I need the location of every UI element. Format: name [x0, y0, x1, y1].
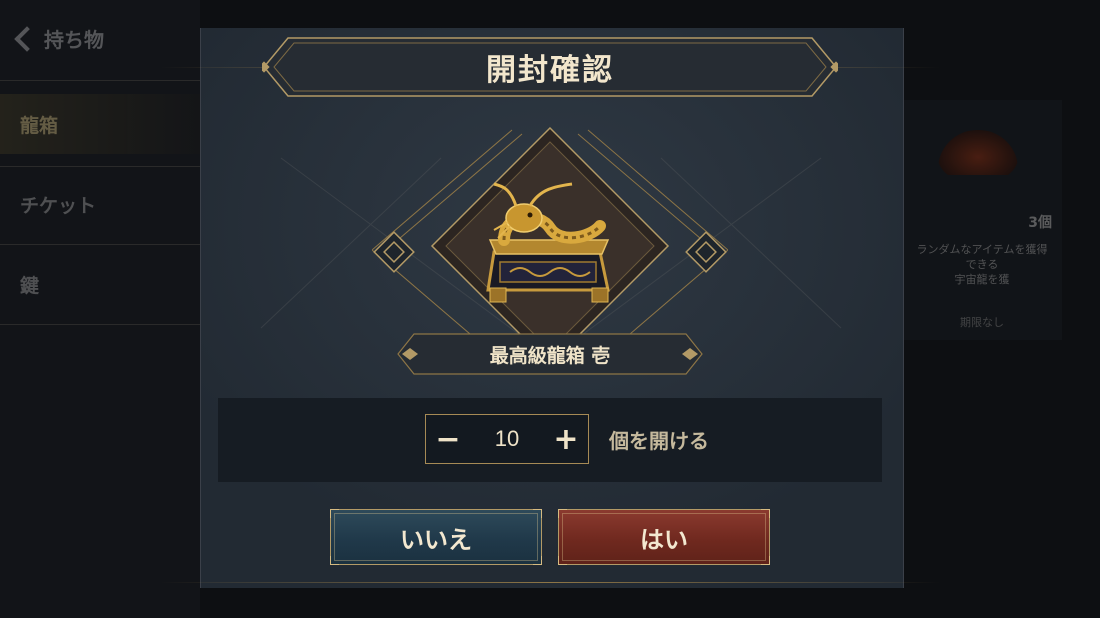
confirm-label: はい	[640, 525, 688, 554]
quantity-value[interactable]: 10	[495, 426, 519, 452]
quantity-suffix-label: 個を開ける	[609, 428, 709, 453]
item-name: 最高級龍箱 壱	[489, 344, 611, 367]
category-label: 龍箱	[20, 114, 59, 137]
corner-ornament	[558, 556, 567, 565]
inventory-sidebar: 持ち物 龍箱 チケット 鍵	[0, 0, 200, 618]
corner-ornament	[558, 509, 567, 518]
cancel-button[interactable]: いいえ	[330, 509, 542, 565]
item-count: 3個	[1028, 215, 1052, 231]
dragon-item-icon	[938, 130, 1018, 175]
corner-ornament	[533, 556, 542, 565]
item-description-line: ランダムなアイテムを獲得	[916, 243, 1048, 256]
corner-ornament	[533, 509, 542, 518]
category-label: チケット	[20, 194, 97, 217]
corner-ornament	[330, 509, 339, 518]
frame-line	[160, 582, 940, 583]
category-dragon-chest[interactable]: 龍箱	[0, 94, 200, 154]
category-ticket[interactable]: チケット	[0, 174, 200, 234]
divider	[0, 324, 200, 325]
item-description-line: 宇宙龍を獲	[954, 273, 1010, 286]
increment-button[interactable]: +	[544, 415, 588, 463]
dragon-chest-icon	[486, 182, 610, 303]
category-key[interactable]: 鍵	[0, 254, 200, 314]
decrement-button[interactable]: −	[426, 415, 470, 463]
dialog-title: 開封確認	[486, 53, 614, 88]
confirm-button[interactable]: はい	[558, 509, 770, 565]
inventory-item-card: 3個 ランダムなアイテムを獲得 できる 宇宙龍を獲 期限なし	[902, 100, 1062, 340]
corner-ornament	[761, 556, 770, 565]
cancel-label: いいえ	[400, 525, 472, 554]
back-button[interactable]: 持ち物	[14, 24, 104, 53]
quantity-stepper: − 10 +	[425, 414, 589, 464]
category-label: 鍵	[20, 274, 40, 297]
back-arrow-icon	[14, 25, 40, 52]
back-label: 持ち物	[44, 28, 104, 52]
item-expiry: 期限なし	[960, 316, 1004, 329]
corner-ornament	[330, 556, 339, 565]
item-description-line: できる	[965, 258, 999, 271]
item-description: ランダムなアイテムを獲得 できる 宇宙龍を獲	[902, 242, 1062, 287]
divider	[0, 80, 200, 81]
divider	[0, 166, 200, 167]
corner-ornament	[761, 509, 770, 518]
divider	[0, 244, 200, 245]
